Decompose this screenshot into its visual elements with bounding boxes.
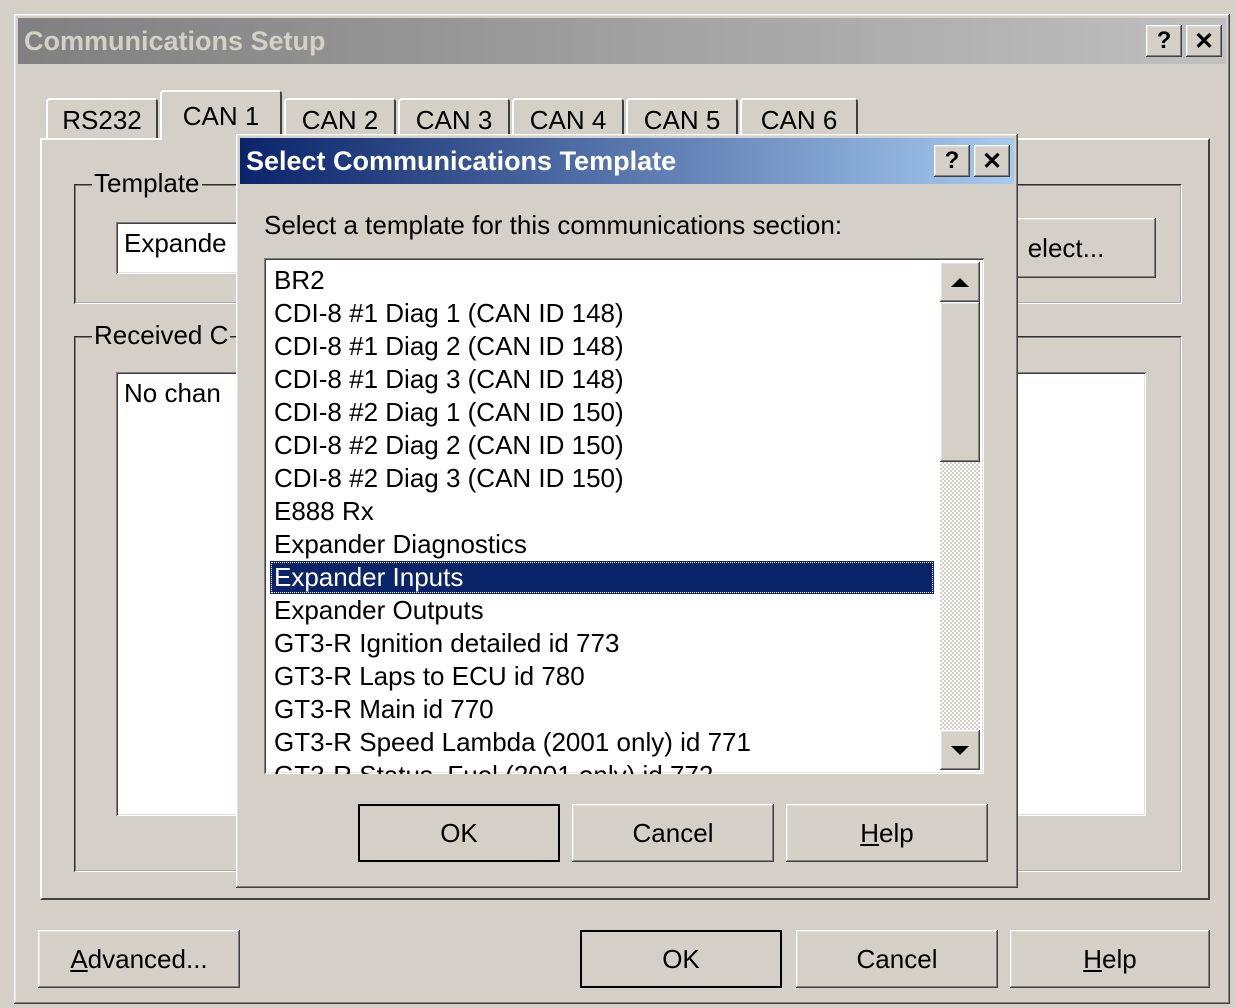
dialog-prompt: Select a template for this communication… xyxy=(264,210,843,240)
main-help-icon[interactable]: ? xyxy=(1146,25,1182,57)
tab-label: CAN 5 xyxy=(643,104,721,135)
list-item[interactable]: Expander Diagnostics xyxy=(270,528,934,561)
tab-label: CAN 6 xyxy=(760,104,838,135)
template-listbox[interactable]: BR2 CDI-8 #1 Diag 1 (CAN ID 148) CDI-8 #1 … xyxy=(264,258,984,774)
list-item[interactable]: E888 Rx xyxy=(270,495,934,528)
template-list-items: BR2 CDI-8 #1 Diag 1 (CAN ID 148) CDI-8 #1 … xyxy=(270,264,934,774)
list-item[interactable]: CDI-8 #1 Diag 1 (CAN ID 148) xyxy=(270,297,934,330)
list-item[interactable]: CDI-8 #1 Diag 3 (CAN ID 148) xyxy=(270,363,934,396)
dialog-close-icon[interactable]: ✕ xyxy=(974,145,1010,177)
list-item[interactable]: CDI-8 #1 Diag 2 (CAN ID 148) xyxy=(270,330,934,363)
main-close-icon[interactable]: ✕ xyxy=(1186,25,1222,57)
list-item[interactable]: CDI-8 #2 Diag 1 (CAN ID 150) xyxy=(270,396,934,429)
tab-label: CAN 1 xyxy=(182,100,260,131)
list-item[interactable]: GT3-R Laps to ECU id 780 xyxy=(270,660,934,693)
list-item[interactable]: GT3-R Ignition detailed id 773 xyxy=(270,627,934,660)
tab-rs232[interactable]: RS232 xyxy=(46,98,158,140)
cancel-button[interactable]: Cancel xyxy=(796,930,998,988)
select-template-dialog: Select Communications Template ? ✕ Selec… xyxy=(236,134,1018,888)
received-group-label: Received C xyxy=(92,320,231,351)
scroll-up-button[interactable] xyxy=(940,262,980,302)
list-item[interactable]: Expander Outputs xyxy=(270,594,934,627)
arrow-up-icon xyxy=(951,277,969,287)
dialog-titlebar[interactable]: Select Communications Template ? ✕ xyxy=(240,138,1014,184)
main-title: Communications Setup xyxy=(24,25,326,56)
scroll-thumb[interactable] xyxy=(940,302,980,462)
tab-label: CAN 2 xyxy=(301,104,379,135)
help-label: Help xyxy=(1083,943,1137,974)
list-item[interactable]: CDI-8 #2 Diag 2 (CAN ID 150) xyxy=(270,429,934,462)
list-item[interactable]: BR2 xyxy=(270,264,934,297)
scroll-down-button[interactable] xyxy=(940,730,980,770)
advanced-label: Advanced... xyxy=(70,943,208,974)
ok-button[interactable]: OK xyxy=(580,930,782,988)
dialog-help-icon[interactable]: ? xyxy=(934,145,970,177)
main-titlebar[interactable]: Communications Setup ? ✕ xyxy=(18,18,1226,64)
dialog-cancel-button[interactable]: Cancel xyxy=(572,804,774,862)
tab-label: CAN 3 xyxy=(415,104,493,135)
arrow-down-icon xyxy=(951,745,969,755)
dialog-help-label: Help xyxy=(860,817,914,848)
list-scrollbar[interactable] xyxy=(940,262,980,770)
list-item[interactable]: GT3-R Status, Fuel (2001 only) id 772 xyxy=(270,759,934,774)
help-button[interactable]: Help xyxy=(1010,930,1210,988)
list-item[interactable]: CDI-8 #2 Diag 3 (CAN ID 150) xyxy=(270,462,934,495)
list-item[interactable]: GT3-R Speed Lambda (2001 only) id 771 xyxy=(270,726,934,759)
dialog-help-button[interactable]: Help xyxy=(786,804,988,862)
advanced-button[interactable]: Advanced... xyxy=(38,930,240,988)
tab-can1[interactable]: CAN 1 xyxy=(160,90,282,140)
dialog-ok-button[interactable]: OK xyxy=(358,804,560,862)
tab-label: CAN 4 xyxy=(529,104,607,135)
dialog-title: Select Communications Template xyxy=(246,145,677,176)
tab-label: RS232 xyxy=(62,104,142,135)
template-group-label: Template xyxy=(92,168,202,199)
list-item[interactable]: Expander Inputs xyxy=(270,561,934,594)
list-item[interactable]: GT3-R Main id 770 xyxy=(270,693,934,726)
